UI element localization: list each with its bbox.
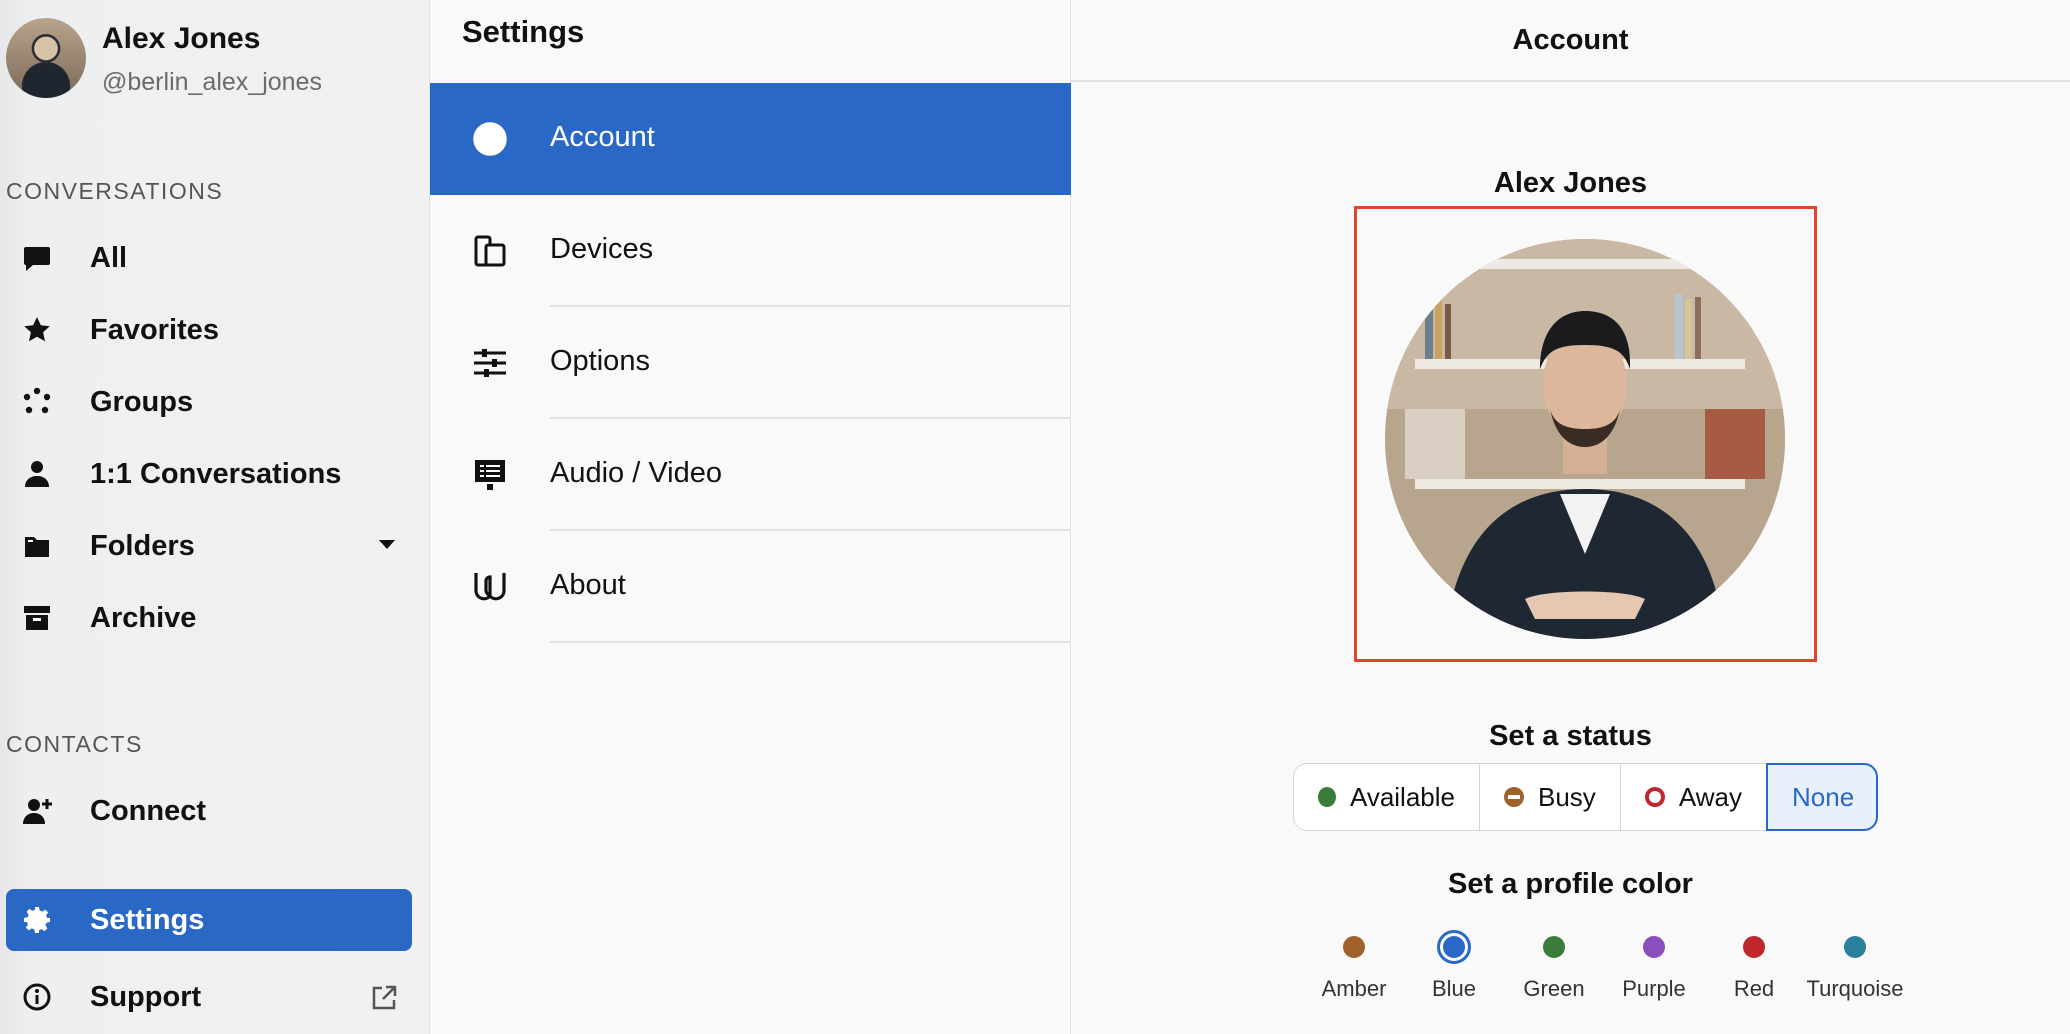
status-none-button[interactable]: None [1766,763,1878,831]
color-swatch [1543,936,1565,958]
status-busy-button[interactable]: Busy [1479,763,1621,831]
settings-item-options[interactable]: Options [430,307,1071,419]
settings-item-account[interactable]: Account [430,83,1071,195]
color-swatch [1343,936,1365,958]
status-available-button[interactable]: Available [1293,763,1480,831]
sidebar-item-one-to-one[interactable]: 1:1 Conversations [6,443,412,505]
color-swatch [1743,936,1765,958]
color-purple-option[interactable]: Purple [1599,930,1709,1002]
color-swatch [1643,936,1665,958]
sidebar-item-label: Folders [90,529,195,562]
status-label: Available [1349,781,1455,812]
settings-item-label: Audio / Video [550,457,722,489]
sidebar: Alex Jones @berlin_alex_jones CONVERSATI… [0,0,430,1034]
busy-icon [1504,787,1524,807]
folder-icon [22,530,62,562]
groups-icon [22,386,62,418]
color-red-option[interactable]: Red [1699,930,1809,1002]
status-away-button[interactable]: Away [1620,763,1767,831]
settings-panel: Settings Account Devices Options Audio /… [430,0,1071,1034]
settings-item-label: Options [550,345,650,377]
color-name: Turquoise [1806,976,1904,1001]
settings-item-devices[interactable]: Devices [430,195,1071,307]
avatar[interactable] [6,18,86,98]
color-name: Blue [1431,976,1477,1001]
profile-picture-button[interactable] [1354,206,1817,662]
color-green-option[interactable]: Green [1499,930,1609,1002]
person-icon [22,458,62,490]
sidebar-item-groups[interactable]: Groups [6,371,412,433]
sidebar-item-label: Archive [90,601,197,634]
contacts-section-label: CONTACTS [6,731,143,757]
sidebar-item-label: Favorites [90,313,219,346]
sidebar-item-label: Groups [90,385,194,418]
settings-item-about[interactable]: About [430,531,1071,643]
divider [550,641,1071,643]
sidebar-item-label: Settings [90,903,205,936]
settings-item-label: About [550,569,626,601]
status-label: None [1792,781,1855,812]
color-swatch [1844,936,1866,958]
color-blue-option[interactable]: Blue [1399,930,1509,1002]
user-handle: @berlin_alex_jones [102,68,322,96]
profile-name: Alex Jones [1493,167,1648,199]
user-name: Alex Jones [102,22,261,55]
color-name: Amber [1321,976,1387,1001]
wire-logo-icon [472,569,512,605]
sidebar-item-label: Support [90,980,202,1013]
archive-icon [22,602,62,634]
color-selected-ring [1437,930,1471,964]
conversations-section-label: CONVERSATIONS [6,178,224,204]
gear-icon [22,904,62,936]
audio-video-icon [472,457,512,493]
external-link-icon [370,984,398,1017]
status-label: Away [1678,781,1742,812]
settings-item-audio-video[interactable]: Audio / Video [430,419,1071,531]
available-icon [1318,787,1336,807]
status-selector: Available Busy Away None [1293,763,1878,831]
pane-header: Account [1071,0,2070,82]
set-profile-color-label: Set a profile color [1448,868,1693,900]
app-window: Alex Jones @berlin_alex_jones CONVERSATI… [0,0,2070,1034]
account-pane: Account Alex Jones Set a status Availabl… [1071,0,2070,1034]
color-name: Purple [1622,976,1686,1001]
status-label: Busy [1538,781,1596,812]
sidebar-item-folders[interactable]: Folders [6,515,412,577]
color-turquoise-option[interactable]: Turquoise [1800,930,1910,1002]
account-icon [472,121,512,157]
chevron-down-icon[interactable] [376,533,398,560]
sidebar-item-label: 1:1 Conversations [90,457,342,490]
info-icon [22,981,62,1013]
color-name: Green [1523,976,1585,1001]
star-icon [22,314,62,346]
add-person-icon [22,795,62,827]
chat-bubble-icon [22,242,62,274]
settings-title: Settings [462,14,585,49]
sidebar-item-support[interactable]: Support [6,966,412,1028]
color-amber-option[interactable]: Amber [1299,930,1409,1002]
profile-picture[interactable] [1385,239,1785,639]
sidebar-item-label: All [90,241,128,274]
away-icon [1645,787,1665,807]
color-swatch [1443,936,1465,958]
sidebar-item-connect[interactable]: Connect [6,780,412,842]
color-name: Red [1733,976,1775,1001]
devices-icon [472,233,512,269]
set-status-label: Set a status [1489,720,1652,752]
sliders-icon [472,345,512,381]
sidebar-item-all[interactable]: All [6,227,412,289]
sidebar-item-favorites[interactable]: Favorites [6,299,412,361]
sidebar-item-settings[interactable]: Settings [6,889,412,951]
sidebar-item-archive[interactable]: Archive [6,587,412,649]
settings-item-label: Account [550,121,655,153]
sidebar-item-label: Connect [90,794,206,827]
settings-item-label: Devices [550,233,654,265]
pane-title: Account [1512,23,1629,56]
